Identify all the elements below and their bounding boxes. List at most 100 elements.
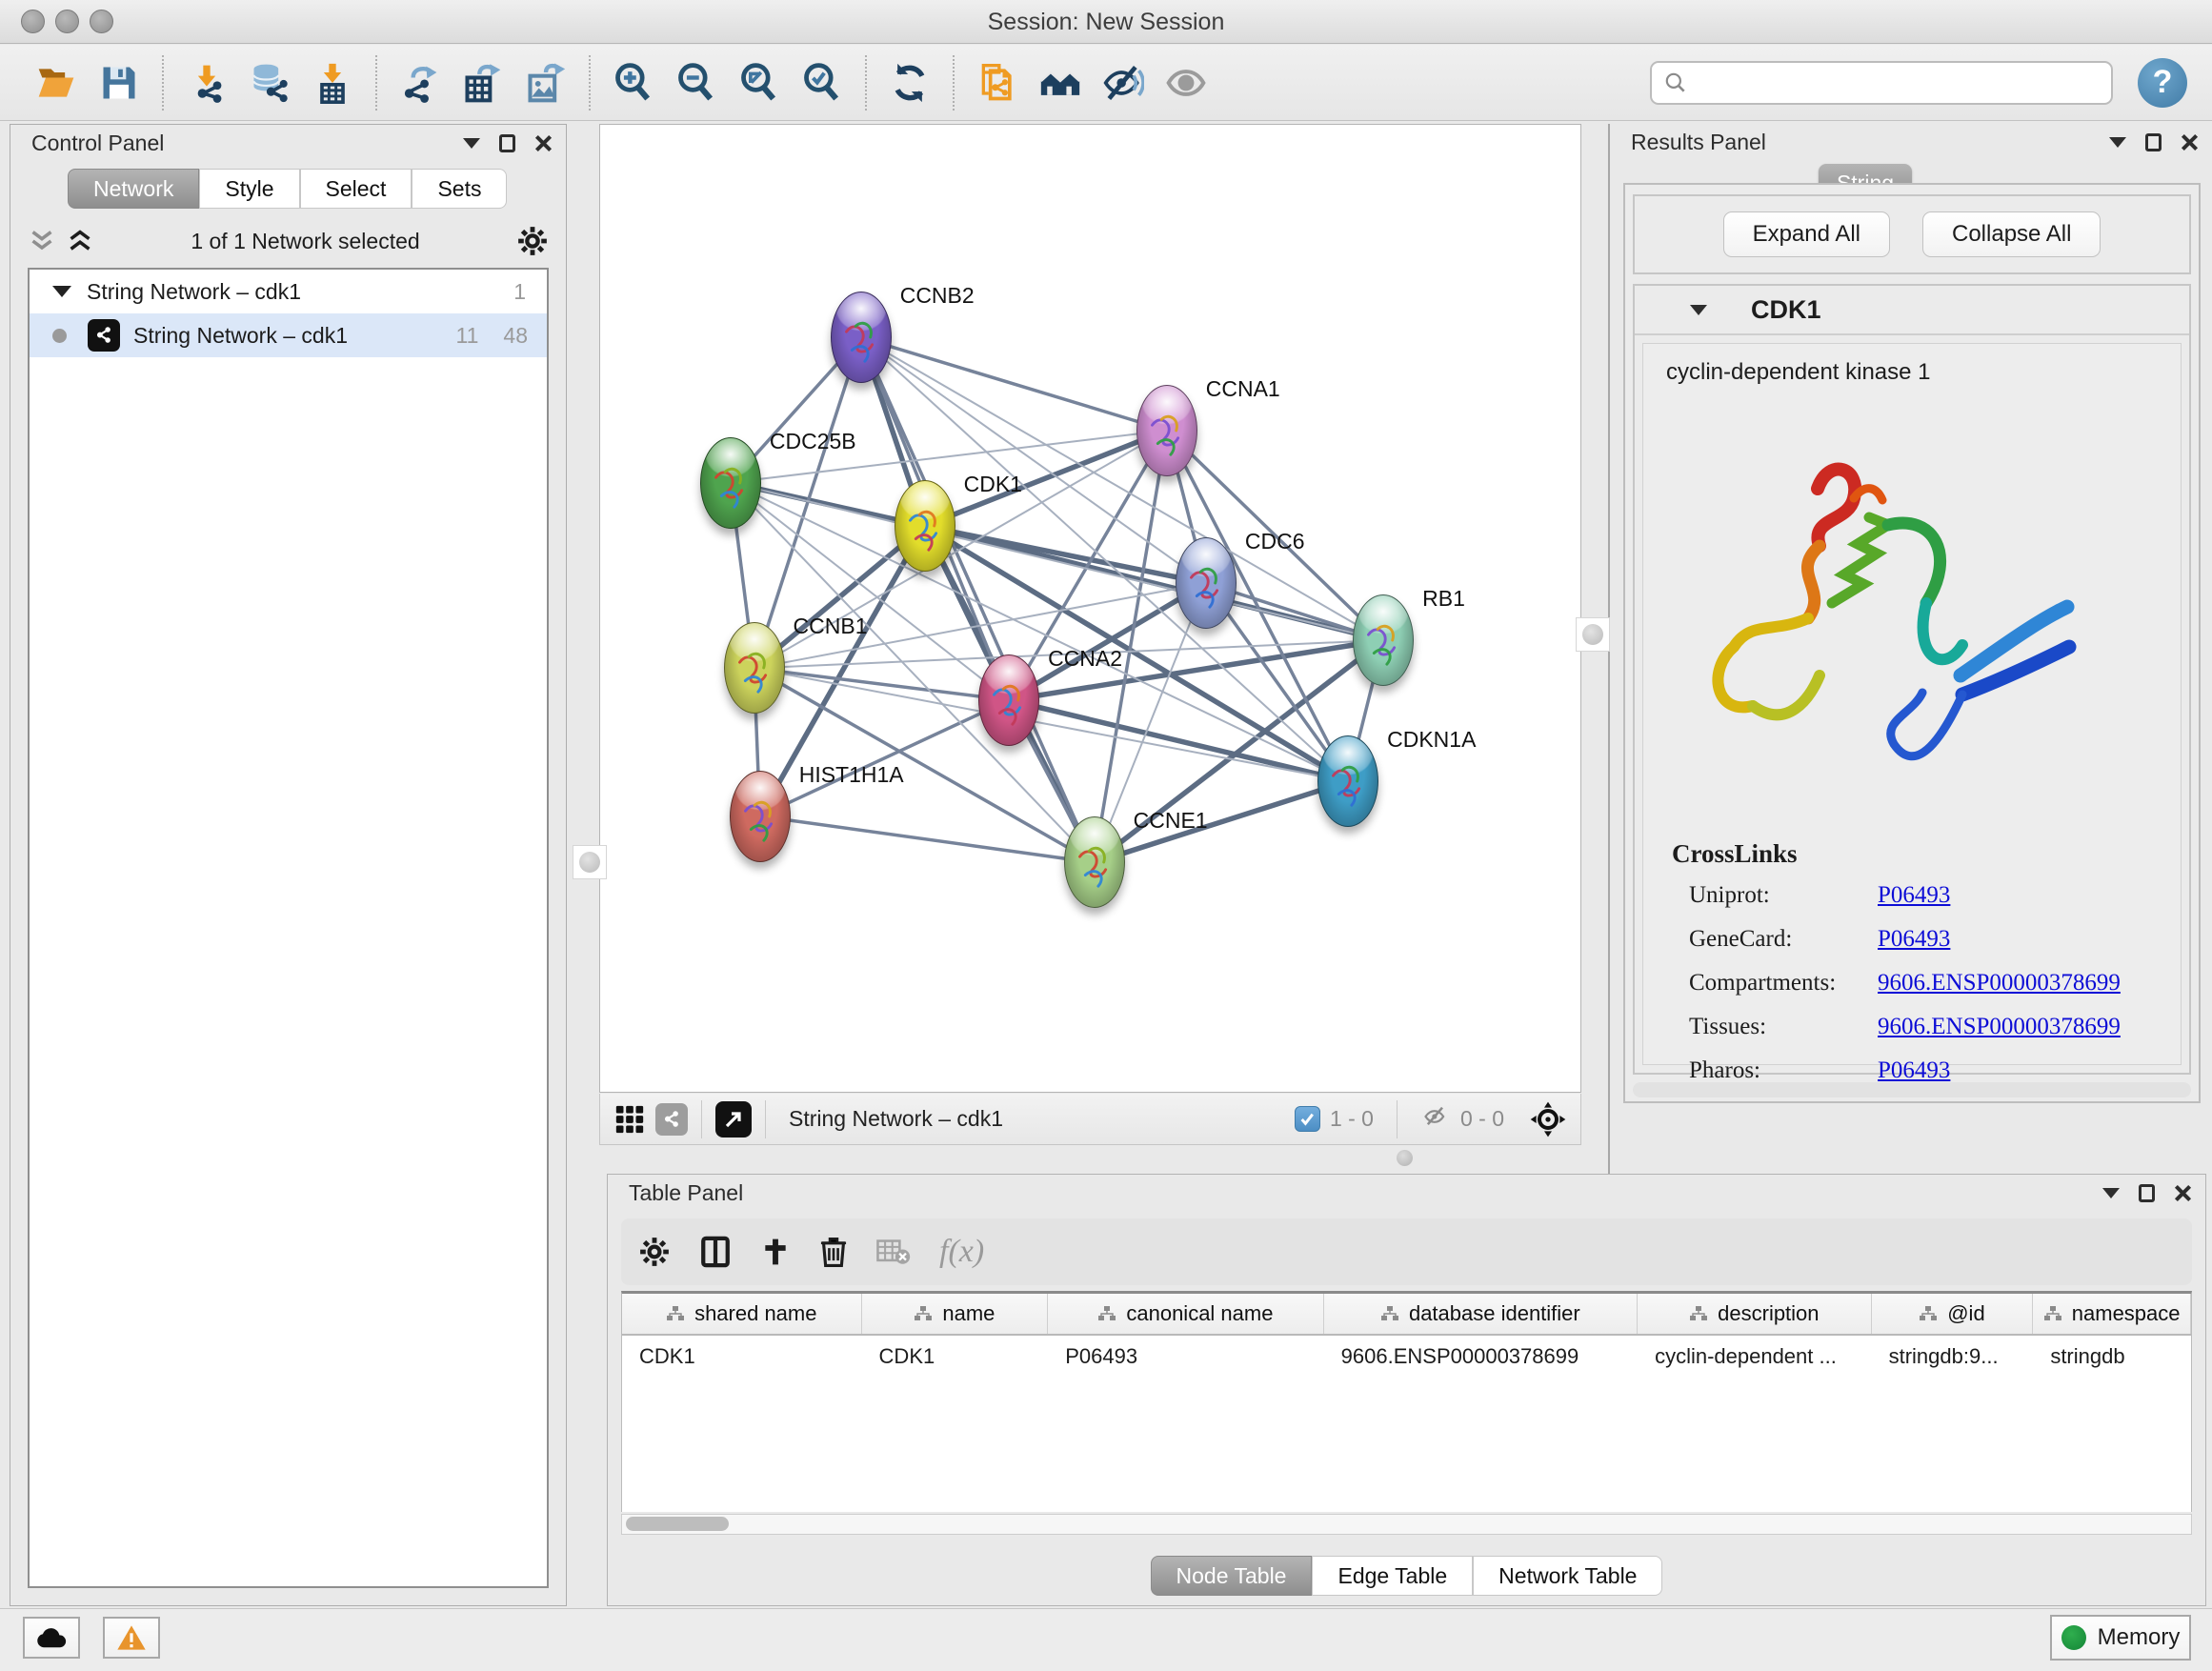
node-count: 11 [456, 323, 479, 349]
export-image-icon[interactable] [514, 53, 577, 112]
panel-float-icon[interactable] [2145, 133, 2162, 151]
collection-expand-icon[interactable] [52, 286, 71, 297]
column-header[interactable]: database identifier [1324, 1294, 1638, 1334]
collapse-all-button[interactable]: Collapse All [1922, 211, 2101, 257]
search-input[interactable] [1688, 70, 2100, 96]
node-label: CCNA1 [1206, 376, 1280, 402]
toolbar-separator [162, 55, 164, 111]
refresh-view-icon[interactable] [878, 53, 941, 112]
network-row-selected[interactable]: String Network – cdk1 11 48 [30, 313, 547, 357]
panel-close-icon[interactable] [2174, 1184, 2192, 1202]
table-horizontal-scrollbar[interactable] [621, 1514, 2192, 1535]
memory-button[interactable]: Memory [2050, 1615, 2191, 1661]
crosslink-pharos[interactable]: P06493 [1878, 1057, 1950, 1084]
column-header[interactable]: shared name [622, 1294, 862, 1334]
network-node-ccnb1[interactable]: CCNB1 [724, 622, 785, 714]
right-splitter-handle[interactable] [1576, 617, 1610, 652]
network-node-cdk1[interactable]: CDK1 [895, 480, 955, 572]
import-network-file-icon[interactable] [175, 53, 238, 112]
show-all-icon[interactable] [1155, 53, 1217, 112]
expand-all-button[interactable]: Expand All [1723, 211, 1890, 257]
left-splitter-handle[interactable] [573, 845, 607, 879]
tab-network-table[interactable]: Network Table [1473, 1556, 1662, 1596]
function-builder-icon[interactable]: f(x) [939, 1234, 984, 1270]
hide-selected-icon[interactable] [1092, 53, 1155, 112]
zoom-fit-icon[interactable] [728, 53, 791, 112]
column-header[interactable]: description [1638, 1294, 1872, 1334]
import-network-database-icon[interactable] [238, 53, 301, 112]
open-in-browser-icon[interactable] [715, 1101, 752, 1137]
add-column-icon[interactable] [760, 1237, 791, 1267]
network-overview-icon[interactable] [1029, 53, 1092, 112]
tab-node-table[interactable]: Node Table [1151, 1556, 1313, 1596]
tab-network[interactable]: Network [68, 169, 199, 209]
column-header[interactable]: @id [1872, 1294, 2034, 1334]
crosslink-genecard[interactable]: P06493 [1878, 926, 1950, 953]
crosslink-label: Tissues: [1672, 1014, 1878, 1040]
export-table-icon[interactable] [452, 53, 514, 112]
network-node-cdc25b[interactable]: CDC25B [700, 437, 761, 529]
open-session-icon[interactable] [25, 53, 88, 112]
tab-sets[interactable]: Sets [412, 169, 507, 209]
zoom-out-icon[interactable] [665, 53, 728, 112]
help-button[interactable]: ? [2138, 58, 2187, 108]
network-node-ccna1[interactable]: CCNA1 [1136, 385, 1197, 476]
zoom-in-icon[interactable] [602, 53, 665, 112]
panel-close-icon[interactable] [2181, 133, 2199, 151]
crosslink-uniprot[interactable]: P06493 [1878, 882, 1950, 909]
network-node-hist1h1a[interactable]: HIST1H1A [730, 771, 791, 862]
network-node-rb1[interactable]: RB1 [1353, 594, 1414, 686]
node-label: CDC6 [1245, 529, 1305, 554]
expand-all-icon[interactable] [66, 229, 94, 253]
tab-select[interactable]: Select [300, 169, 412, 209]
network-canvas[interactable]: CCNB2 CCNA1 CDC25B CDK1 CDC6 RB1 CCNB1 CCNA2 CDK… [599, 124, 1581, 1093]
network-node-ccnb2[interactable]: CCNB2 [831, 292, 892, 383]
string-view-icon[interactable] [655, 1103, 688, 1136]
show-columns-icon[interactable] [699, 1236, 732, 1268]
network-node-cdkn1a[interactable]: CDKN1A [1317, 735, 1378, 827]
collapse-all-icon[interactable] [28, 229, 56, 253]
tab-style[interactable]: Style [199, 169, 299, 209]
network-node-ccne1[interactable]: CCNE1 [1064, 816, 1125, 908]
save-session-icon[interactable] [88, 53, 151, 112]
import-table-file-icon[interactable] [301, 53, 364, 112]
tab-edge-table[interactable]: Edge Table [1312, 1556, 1473, 1596]
table-row[interactable]: CDK1 CDK1 P06493 9606.ENSP00000378699 cy… [622, 1336, 2191, 1378]
network-node-cdc6[interactable]: CDC6 [1176, 537, 1237, 629]
selected-checkbox-icon[interactable] [1295, 1106, 1320, 1132]
bottom-splitter-handle[interactable] [1397, 1150, 1413, 1166]
panel-float-icon[interactable] [499, 134, 515, 152]
table-settings-gear-icon[interactable] [638, 1236, 671, 1268]
crosslink-compartments[interactable]: 9606.ENSP00000378699 [1878, 970, 2121, 997]
delete-table-icon[interactable] [876, 1238, 911, 1265]
gene-section-header[interactable]: CDK1 [1635, 286, 2189, 335]
warning-status-button[interactable] [103, 1617, 160, 1659]
scrollbar-thumb[interactable] [626, 1517, 729, 1531]
control-panel: Control Panel Network Style Select Sets … [10, 124, 567, 1606]
gear-icon[interactable] [516, 225, 549, 257]
panel-float-icon[interactable] [2139, 1184, 2155, 1202]
panel-close-icon[interactable] [534, 134, 553, 152]
zoom-selected-icon[interactable] [791, 53, 854, 112]
network-collection-row[interactable]: String Network – cdk1 1 [30, 270, 547, 313]
grid-view-icon[interactable] [613, 1103, 646, 1136]
network-node-ccna2[interactable]: CCNA2 [978, 654, 1039, 746]
network-selection-status: 1 of 1 Network selected [94, 229, 516, 254]
fit-selected-icon[interactable] [1529, 1100, 1567, 1138]
panel-menu-icon[interactable] [2102, 1188, 2120, 1198]
panel-menu-icon[interactable] [2109, 137, 2126, 148]
hidden-eye-icon[interactable] [1420, 1103, 1451, 1136]
column-header[interactable]: canonical name [1048, 1294, 1323, 1334]
crosslink-tissues[interactable]: 9606.ENSP00000378699 [1878, 1014, 2121, 1040]
delete-column-trash-icon[interactable] [819, 1236, 848, 1268]
results-scrollbar[interactable] [1633, 1082, 2191, 1097]
export-network-icon[interactable] [389, 53, 452, 112]
column-header[interactable]: name [862, 1294, 1049, 1334]
search-box[interactable] [1650, 61, 2113, 105]
cloud-status-button[interactable] [23, 1617, 80, 1659]
string-protein-query-icon[interactable] [966, 53, 1029, 112]
column-header[interactable]: namespace [2033, 1294, 2191, 1334]
network-view-toolbar: String Network – cdk1 1 - 0 0 - 0 [599, 1094, 1581, 1145]
section-collapse-icon[interactable] [1690, 305, 1707, 315]
panel-menu-icon[interactable] [463, 138, 480, 149]
